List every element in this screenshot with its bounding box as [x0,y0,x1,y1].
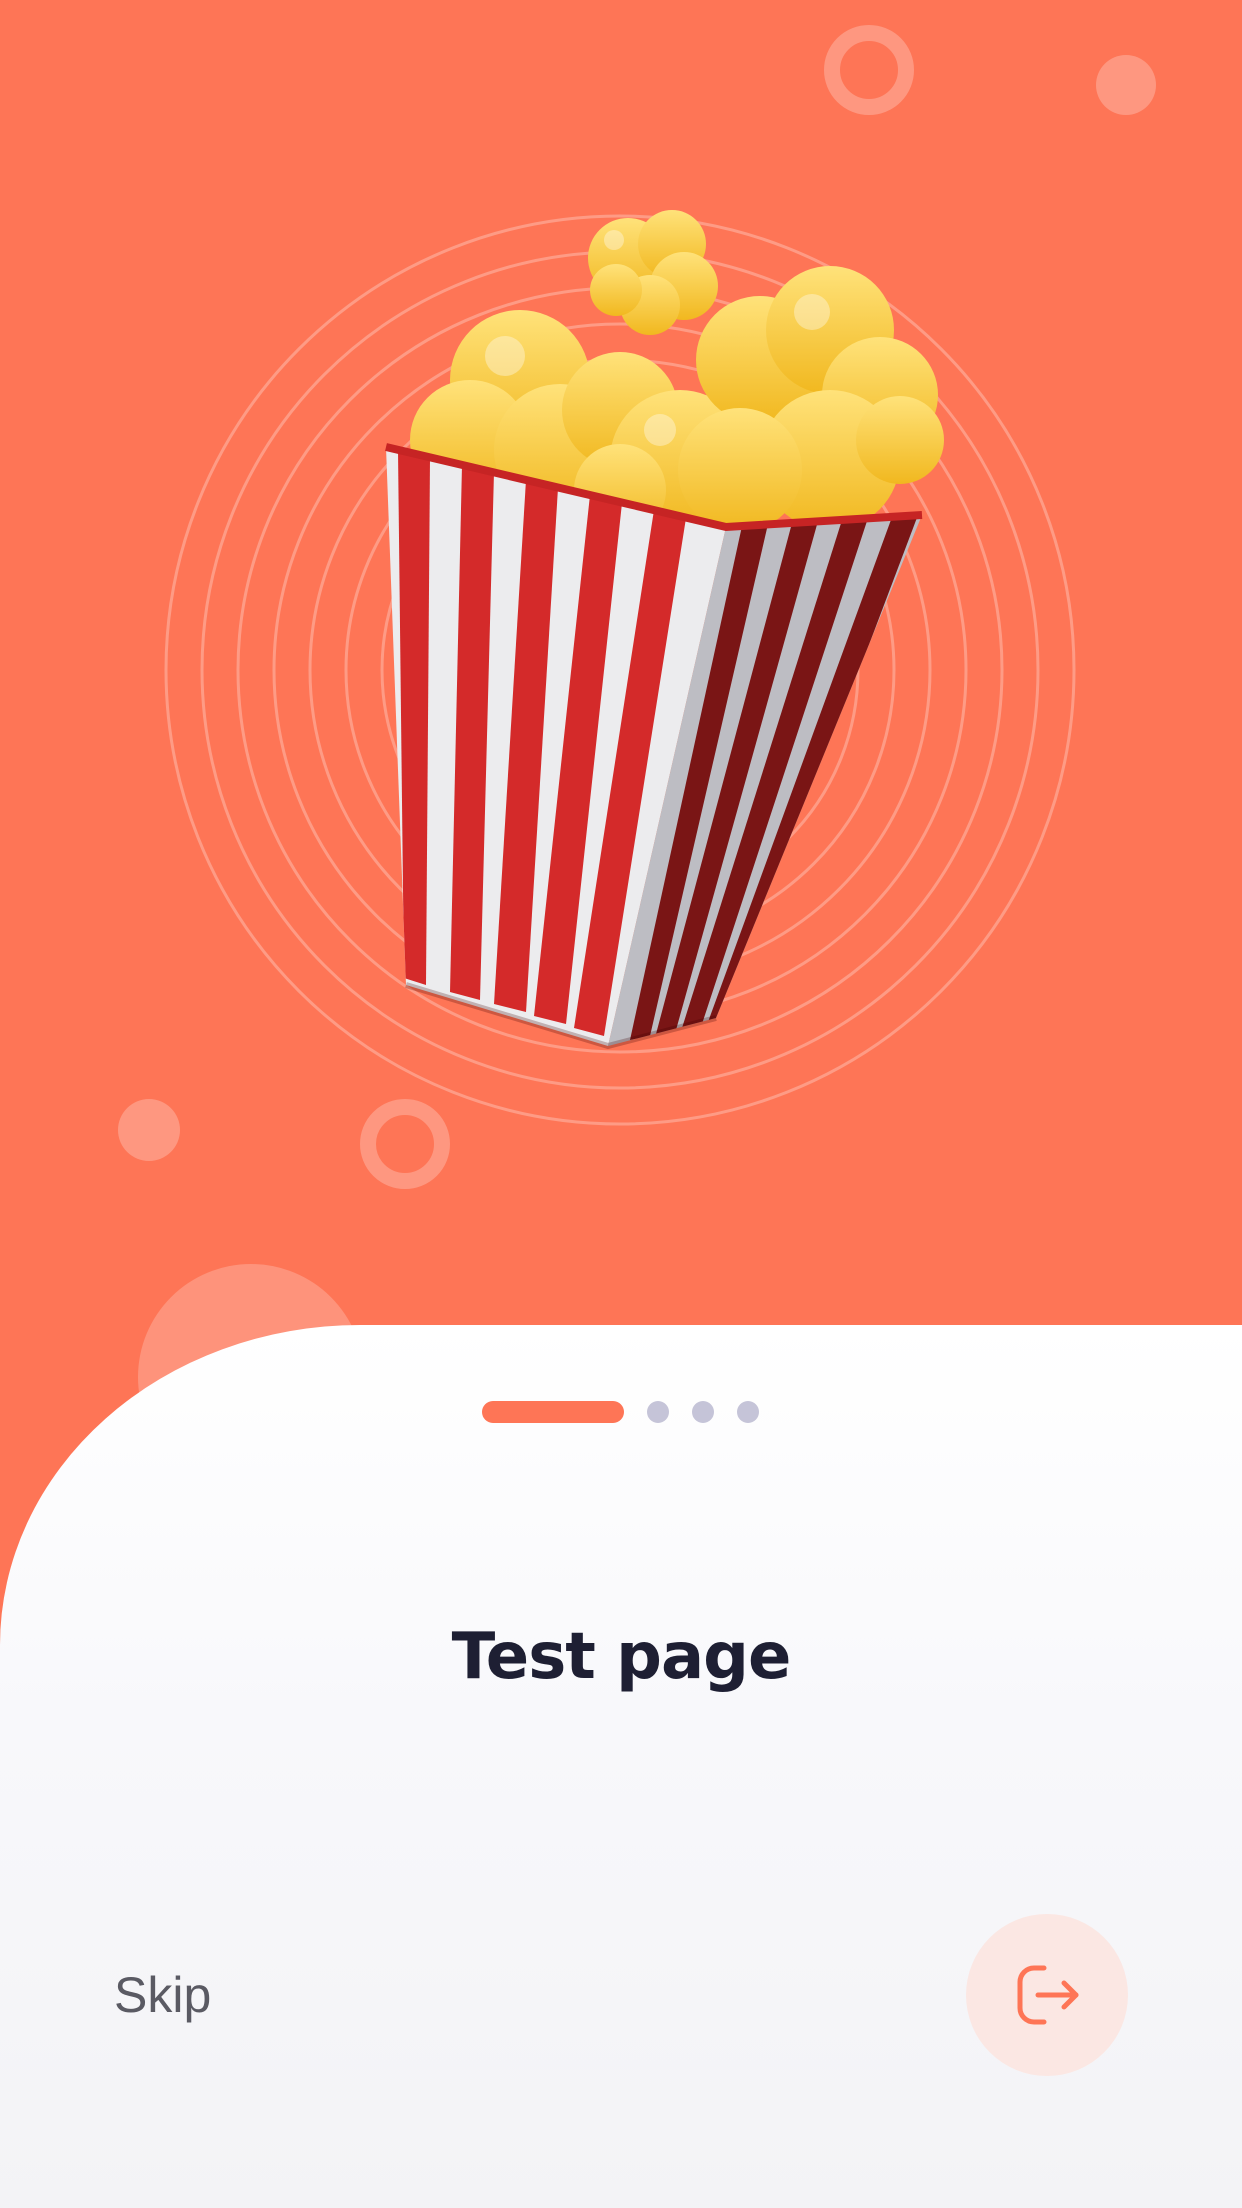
login-arrow-icon [1017,1965,1079,2025]
skip-button[interactable]: Skip [114,1966,211,2024]
popcorn-bucket-illustration [164,210,1076,1126]
bottom-sheet [0,1325,1242,2208]
hero-area [0,0,1242,1400]
page-indicator [0,1401,1242,1423]
page-indicator-dot[interactable] [692,1401,714,1423]
page-title: Test page [451,1620,792,1694]
next-button[interactable] [966,1914,1128,2076]
page-indicator-dot[interactable] [647,1401,669,1423]
page-indicator-active [482,1401,624,1423]
page-indicator-dot[interactable] [737,1401,759,1423]
